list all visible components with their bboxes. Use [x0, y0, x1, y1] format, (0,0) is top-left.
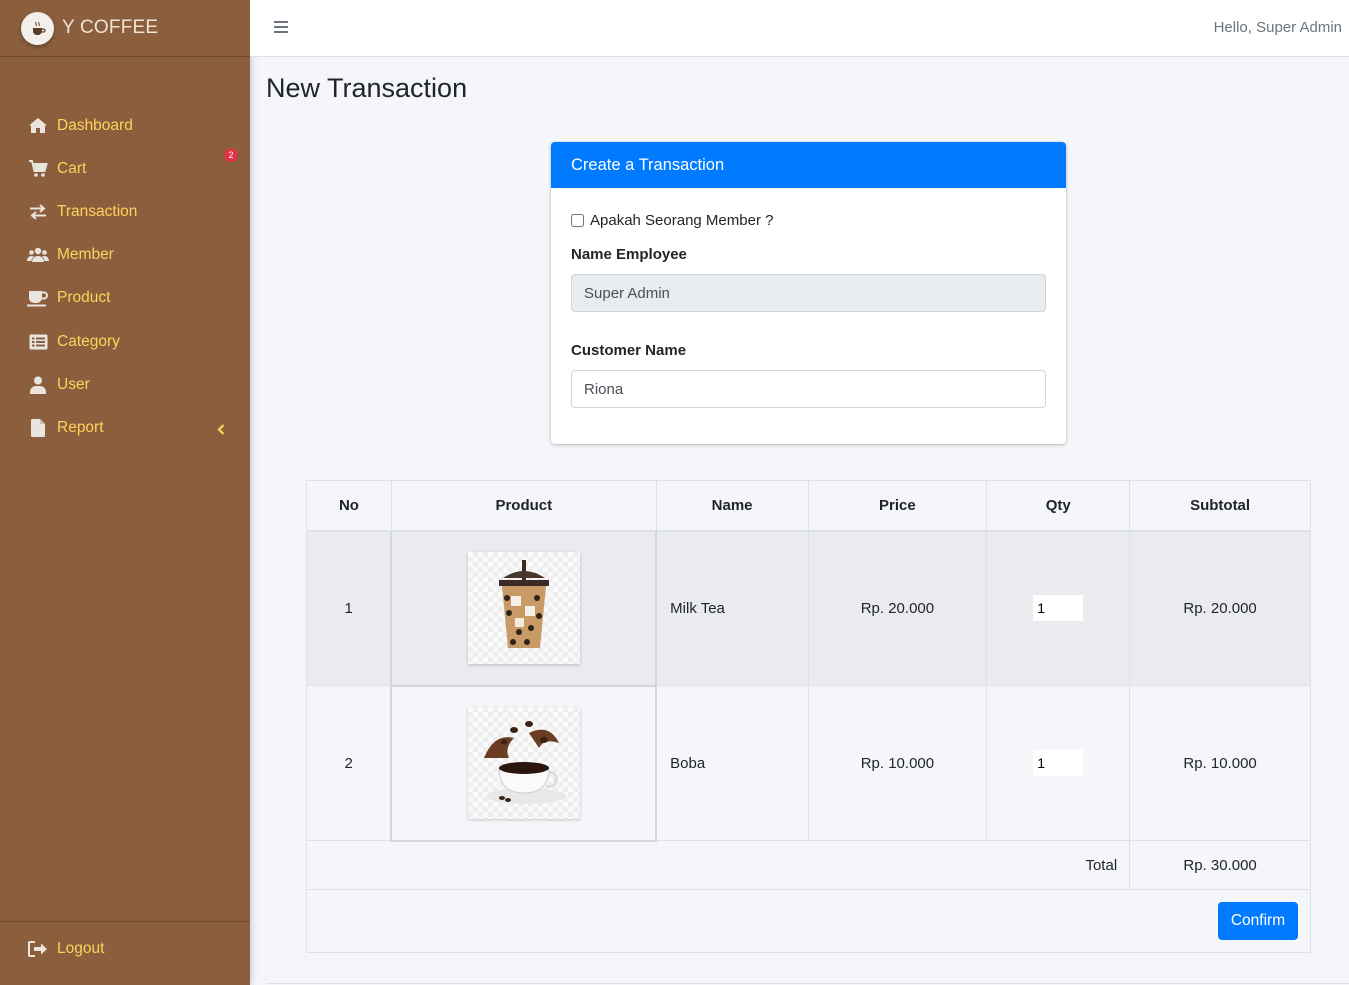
qty-input[interactable]	[1033, 595, 1084, 622]
table-row: 1 Milk Tea Rp. 20.000 1 Rp. 20.000	[306, 529, 1311, 687]
sidebar-footer: Logout	[0, 921, 250, 985]
confirm-row: Confirm	[306, 889, 1311, 953]
table-header-row: No Product Name Price Qty Subtotal	[306, 480, 1311, 532]
menu-toggle-icon[interactable]	[274, 21, 288, 33]
user-greeting[interactable]: Hello, Super Admin	[1214, 19, 1342, 36]
cart-count-badge: 2	[224, 148, 238, 163]
total-label: Total	[305, 840, 1131, 890]
sidebar-item-category[interactable]: Category	[0, 320, 250, 363]
member-checkbox[interactable]	[571, 214, 584, 227]
row-qty-cell	[986, 530, 1131, 686]
sidebar: Y COFFEE Dashboard Cart 2 Transaction Me…	[0, 0, 250, 985]
confirm-button[interactable]: Confirm	[1218, 902, 1298, 940]
row-subtotal: Rp. 10.000	[1129, 685, 1311, 841]
customer-label: Customer Name	[571, 342, 687, 359]
row-no: 1	[306, 530, 392, 686]
card-header: Create a Transaction	[551, 142, 1066, 188]
row-price: Rp. 20.000	[807, 530, 988, 686]
col-name: Name	[655, 480, 809, 532]
brand[interactable]: Y COFFEE	[0, 0, 250, 57]
total-row: Total Rp. 30.000	[305, 840, 1311, 890]
sidebar-item-cart[interactable]: Cart 2	[0, 147, 250, 190]
milk-tea-image	[467, 552, 580, 664]
sidebar-item-user[interactable]: User	[0, 363, 250, 406]
row-price: Rp. 10.000	[807, 685, 988, 841]
sidebar-item-member[interactable]: Member	[0, 234, 250, 277]
sidebar-item-transaction[interactable]: Transaction	[0, 190, 250, 233]
row-subtotal: Rp. 20.000	[1129, 530, 1311, 686]
exchange-icon	[27, 202, 49, 222]
users-icon	[27, 245, 49, 265]
col-product: Product	[390, 480, 657, 532]
row-no: 2	[306, 685, 392, 841]
customer-name-field[interactable]	[571, 370, 1046, 408]
user-icon	[27, 375, 49, 395]
employee-label: Name Employee	[571, 246, 687, 263]
coffee-cup-logo	[21, 11, 54, 45]
mug-icon	[27, 288, 49, 308]
sidebar-item-label: Product	[57, 289, 111, 307]
chevron-left-icon[interactable]	[217, 422, 225, 440]
coffee-cup-image	[467, 707, 580, 819]
product-image-cell	[390, 684, 658, 842]
brand-title: Y COFFEE	[62, 17, 159, 38]
qty-input[interactable]	[1033, 750, 1084, 776]
list-icon	[27, 332, 49, 352]
col-qty: Qty	[986, 480, 1131, 532]
logout-link[interactable]: Logout	[27, 939, 104, 959]
sign-out-icon	[27, 939, 49, 959]
cart-icon	[27, 159, 49, 179]
sidebar-item-label: Transaction	[57, 202, 138, 220]
row-name: Milk Tea	[655, 530, 809, 686]
employee-field[interactable]	[571, 274, 1046, 312]
transaction-form-card: Create a Transaction Apakah Seorang Memb…	[551, 142, 1066, 444]
col-no: No	[306, 480, 392, 532]
home-icon	[27, 116, 49, 136]
content-divider	[266, 983, 1349, 984]
cart-table: No Product Name Price Qty Subtotal 1 Mil…	[305, 480, 1311, 953]
sidebar-item-label: User	[57, 375, 90, 393]
col-price: Price	[807, 480, 988, 532]
member-check-row: Apakah Seorang Member ?	[571, 212, 773, 229]
sidebar-item-label: Cart	[57, 159, 87, 177]
sidebar-item-dashboard[interactable]: Dashboard	[0, 104, 250, 147]
sidebar-item-label: Category	[57, 332, 120, 350]
col-subtotal: Subtotal	[1129, 480, 1311, 532]
sidebar-item-label: Dashboard	[57, 116, 133, 134]
file-icon	[27, 418, 49, 438]
sidebar-item-report[interactable]: Report	[0, 406, 250, 449]
product-image-cell	[390, 529, 658, 687]
confirm-cell: Confirm	[306, 889, 1311, 953]
member-check-label[interactable]: Apakah Seorang Member ?	[590, 212, 773, 229]
sidebar-item-product[interactable]: Product	[0, 277, 250, 320]
topbar: Hello, Super Admin	[250, 0, 1349, 57]
sidebar-item-label: Report	[57, 418, 104, 436]
page-title: New Transaction	[266, 73, 468, 103]
total-value: Rp. 30.000	[1129, 840, 1311, 890]
row-qty-cell	[986, 685, 1131, 841]
table-row: 2 Boba Rp. 10.000 1 Rp. 10.000	[306, 684, 1311, 842]
row-name: Boba	[655, 685, 809, 841]
logout-label: Logout	[57, 940, 105, 957]
sidebar-nav: Dashboard Cart 2 Transaction Member Prod…	[0, 104, 250, 450]
sidebar-item-label: Member	[57, 246, 114, 264]
